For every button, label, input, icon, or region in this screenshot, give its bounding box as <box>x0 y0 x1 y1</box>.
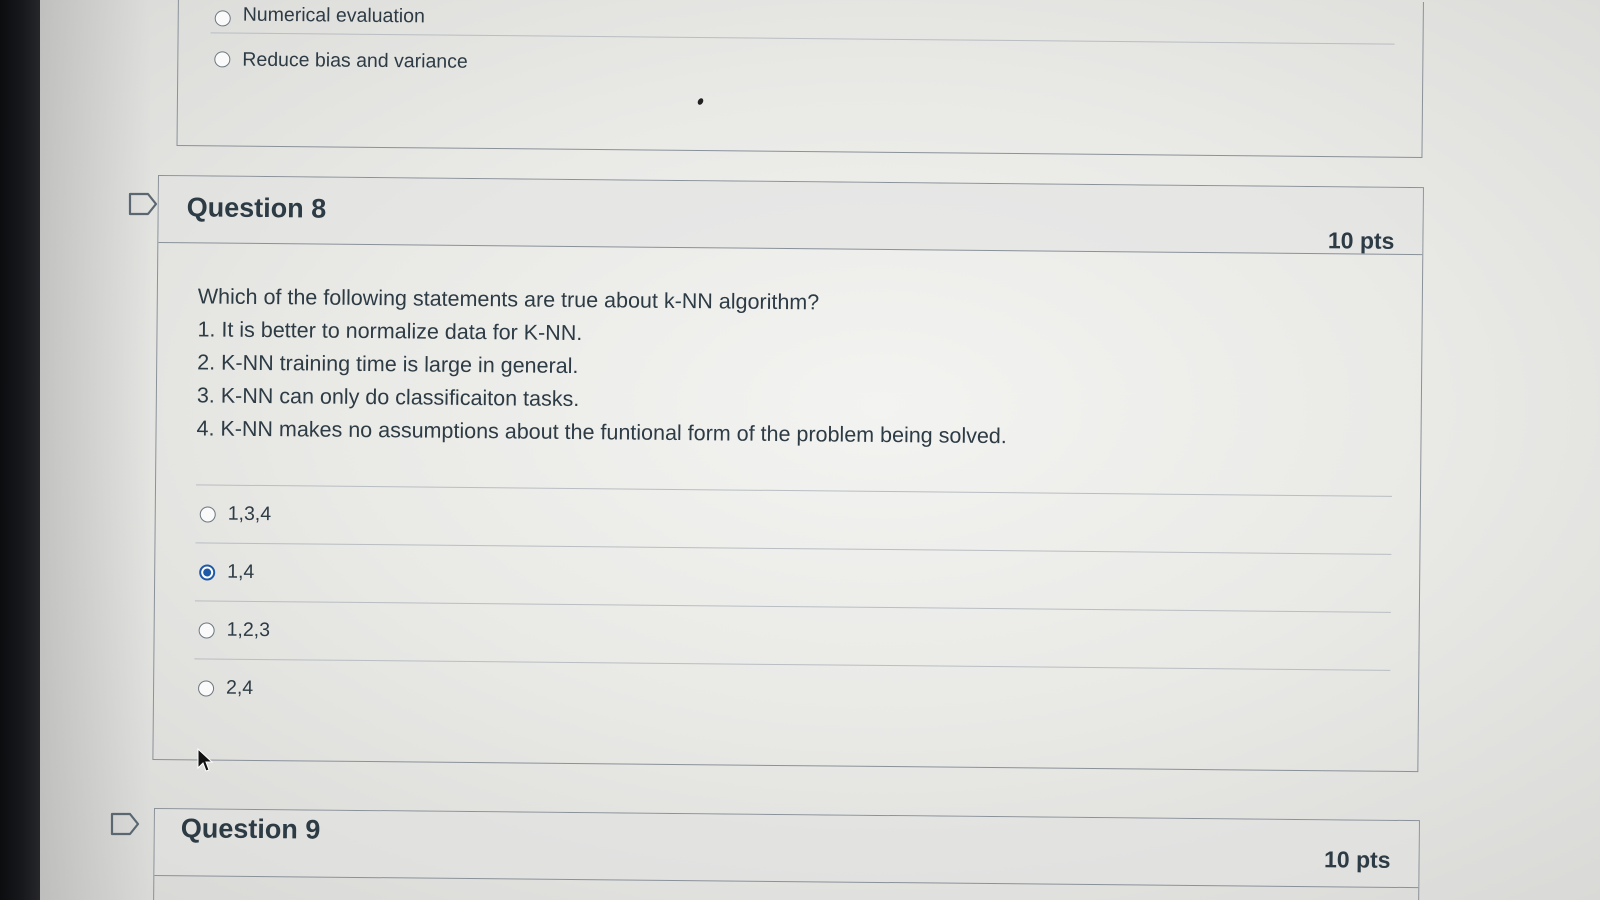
radio-icon[interactable] <box>199 505 216 523</box>
radio-checked-icon[interactable] <box>199 563 216 581</box>
previous-question-panel: Numerical evaluation Reduce bias and var… <box>176 0 1424 158</box>
answer-label: 2,4 <box>225 676 254 699</box>
statement-4: 4. K-NN makes no assumptions about the f… <box>196 416 1007 449</box>
previous-answer-list: Numerical evaluation Reduce bias and var… <box>210 0 1395 97</box>
bookmark-flag-icon[interactable] <box>128 192 158 216</box>
radio-icon[interactable] <box>198 621 215 639</box>
question-text: Which of the following statements are tr… <box>196 280 1008 453</box>
question-title: Question 9 <box>180 813 321 845</box>
question-8-panel: Question 8 10 pts Which of the following… <box>152 175 1424 773</box>
answer-label: Reduce bias and variance <box>242 48 468 73</box>
answer-label: Numerical evaluation <box>242 3 425 28</box>
answer-label: 1,4 <box>227 560 255 583</box>
question-points: 10 pts <box>1323 846 1391 873</box>
radio-icon[interactable] <box>214 10 231 27</box>
answer-list: 1,3,4 1,4 1,2,3 2,4 <box>193 484 1392 728</box>
radio-icon[interactable] <box>214 51 231 68</box>
screen-bezel <box>0 0 40 900</box>
question-header: Question 8 10 pts <box>158 176 1423 256</box>
question-9-panel: Question 9 10 pts <box>152 808 1420 900</box>
radio-icon[interactable] <box>198 679 215 697</box>
question-points: 10 pts <box>1327 227 1395 254</box>
question-title: Question 8 <box>186 192 327 224</box>
answer-label: 1,3,4 <box>227 502 272 526</box>
answer-label: 1,2,3 <box>226 618 271 642</box>
mouse-pointer-icon <box>196 747 214 774</box>
question-header: Question 9 10 pts <box>154 809 1419 889</box>
previous-answer-option[interactable]: Reduce bias and variance <box>210 33 1394 96</box>
page-margin <box>40 0 150 900</box>
bookmark-flag-icon[interactable] <box>110 812 140 836</box>
answer-option[interactable]: 2,4 <box>193 658 1391 728</box>
